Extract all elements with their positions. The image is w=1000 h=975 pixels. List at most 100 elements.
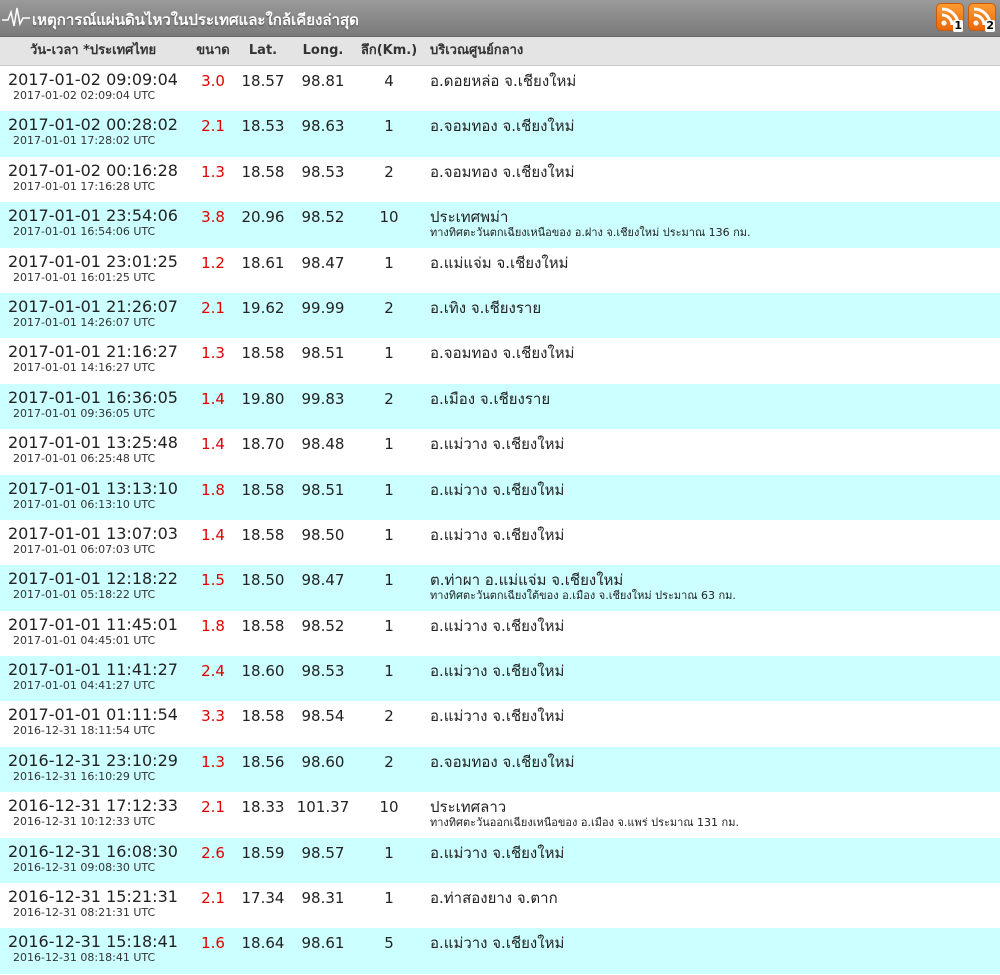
depth-value: 1 (384, 344, 394, 363)
lat-value: 18.64 (241, 934, 285, 953)
cell-long: 98.52 (288, 611, 358, 656)
cell-datetime: 2017-01-02 00:28:02 2017-01-01 17:28:02 U… (0, 111, 188, 156)
utc-time: 2016-12-31 16:10:29 UTC (13, 769, 156, 783)
lat-value: 18.58 (241, 525, 285, 544)
utc-time: 2017-01-01 05:18:22 UTC (13, 588, 156, 602)
long-value: 98.52 (301, 616, 345, 635)
magnitude-value: 1.3 (201, 344, 225, 363)
depth-value: 1 (384, 525, 394, 544)
seismograph-icon (2, 7, 30, 27)
cell-lat: 18.58 (238, 611, 288, 656)
location-name: อ.แม่วาง จ.เชียงใหม่ (430, 843, 565, 862)
cell-magnitude: 1.4 (188, 384, 238, 429)
magnitude-value: 3.0 (201, 72, 225, 90)
long-value: 98.53 (301, 662, 345, 681)
cell-location: อ.ดอยหล่อ จ.เชียงใหม่ (420, 66, 1000, 111)
cell-lat: 18.60 (238, 656, 288, 701)
cell-datetime: 2017-01-01 21:16:27 2017-01-01 14:16:27 U… (0, 338, 188, 383)
cell-depth: 2 (358, 157, 420, 202)
depth-value: 2 (384, 707, 394, 726)
rss-feed-2-button[interactable]: 2 (968, 3, 996, 32)
local-time: 2017-01-01 01:11:54 (8, 705, 178, 725)
cell-magnitude: 1.3 (188, 157, 238, 202)
cell-lat: 19.80 (238, 384, 288, 429)
magnitude-value: 2.1 (201, 117, 225, 136)
table-row: 2017-01-01 23:54:06 2017-01-01 16:54:06 U… (0, 202, 1000, 248)
cell-datetime: 2017-01-01 21:26:07 2017-01-01 14:26:07 U… (0, 293, 188, 338)
cell-datetime: 2016-12-31 15:21:31 2016-12-31 08:21:31 U… (0, 883, 188, 928)
long-value: 101.37 (296, 798, 350, 817)
local-time: 2017-01-01 13:25:48 (8, 433, 178, 453)
cell-magnitude: 2.1 (188, 111, 238, 156)
utc-time: 2017-01-01 06:13:10 UTC (13, 497, 156, 511)
header-location: บริเวณศูนย์กลาง (430, 43, 524, 58)
long-value: 98.31 (301, 889, 345, 908)
cell-lat: 18.33 (238, 792, 288, 837)
header-long: Long. (302, 43, 344, 58)
lat-value: 18.61 (241, 253, 285, 272)
magnitude-value: 1.8 (201, 616, 225, 635)
lat-value: 18.58 (241, 707, 285, 726)
magnitude-value: 1.3 (201, 162, 225, 181)
location-name: อ.จอมทอง จ.เชียงใหม่ (430, 752, 575, 771)
earthquake-table-body: 2017-01-02 09:09:04 2017-01-02 02:09:04 U… (0, 66, 1000, 974)
magnitude-value: 1.4 (201, 525, 225, 544)
depth-value: 1 (384, 616, 394, 635)
depth-value: 10 (379, 798, 399, 817)
cell-lat: 18.64 (238, 928, 288, 973)
cell-datetime: 2017-01-01 11:45:01 2017-01-01 04:45:01 U… (0, 611, 188, 656)
magnitude-value: 3.3 (201, 707, 225, 726)
local-time: 2017-01-01 12:18:22 (8, 569, 178, 589)
cell-datetime: 2017-01-01 23:01:25 2017-01-01 16:01:25 U… (0, 248, 188, 293)
lat-value: 20.96 (241, 208, 285, 227)
cell-datetime: 2016-12-31 15:18:41 2016-12-31 08:18:41 U… (0, 928, 188, 973)
magnitude-value: 2.1 (201, 298, 225, 317)
table-row: 2017-01-01 01:11:54 2016-12-31 18:11:54 U… (0, 701, 1000, 747)
table-row: 2017-01-01 11:41:27 2017-01-01 04:41:27 U… (0, 656, 1000, 702)
local-time: 2017-01-01 23:01:25 (8, 251, 178, 271)
cell-long: 98.60 (288, 747, 358, 792)
utc-time: 2016-12-31 08:18:41 UTC (13, 951, 156, 965)
lat-value: 18.58 (241, 344, 285, 363)
cell-lat: 18.59 (238, 838, 288, 883)
table-row: 2016-12-31 16:08:30 2016-12-31 09:08:30 U… (0, 837, 1000, 884)
cell-location: ประเทศพม่า ทางทิศตะวันตกเฉียงเหนือของ อ.ฝ… (420, 202, 1000, 247)
lat-value: 18.56 (241, 752, 285, 771)
lat-value: 17.34 (241, 889, 285, 908)
utc-time: 2017-01-01 06:25:48 UTC (13, 452, 156, 466)
title-bar: เหตุการณ์แผ่นดินไหวในประเทศและใกล้เคียงล… (0, 0, 1000, 37)
local-time: 2017-01-02 00:28:02 (8, 115, 178, 135)
table-row: 2016-12-31 15:21:31 2016-12-31 08:21:31 U… (0, 883, 1000, 929)
cell-lat: 18.58 (238, 520, 288, 565)
cell-location: อ.เมือง จ.เชียงราย (420, 384, 1000, 429)
rss-feed-1-button[interactable]: 1 (936, 3, 964, 32)
table-row: 2017-01-01 16:36:05 2017-01-01 09:36:05 U… (0, 383, 1000, 430)
magnitude-value: 1.2 (201, 253, 225, 272)
table-row: 2016-12-31 23:10:29 2016-12-31 16:10:29 U… (0, 746, 1000, 793)
utc-time: 2017-01-02 02:09:04 UTC (13, 89, 156, 102)
location-name: อ.แม่วาง จ.เชียงใหม่ (430, 480, 565, 499)
depth-value: 2 (384, 162, 394, 181)
cell-location: อ.แม่วาง จ.เชียงใหม่ (420, 656, 1000, 701)
cell-lat: 20.96 (238, 202, 288, 247)
magnitude-value: 1.5 (201, 571, 225, 590)
cell-depth: 1 (358, 611, 420, 656)
cell-magnitude: 3.8 (188, 202, 238, 247)
cell-magnitude: 1.6 (188, 928, 238, 973)
depth-value: 5 (384, 934, 394, 953)
depth-value: 1 (384, 843, 394, 862)
depth-value: 1 (384, 480, 394, 499)
cell-location: อ.แม่แจ่ม จ.เชียงใหม่ (420, 248, 1000, 293)
location-detail: ทางทิศตะวันตกเฉียงเหนือของ อ.ฝาง จ.เชียง… (430, 226, 751, 240)
cell-long: 98.53 (288, 157, 358, 202)
utc-time: 2016-12-31 10:12:33 UTC (13, 815, 156, 829)
cell-location: อ.จอมทอง จ.เชียงใหม่ (420, 157, 1000, 202)
table-row: 2017-01-01 23:01:25 2017-01-01 16:01:25 U… (0, 247, 1000, 293)
cell-magnitude: 1.3 (188, 338, 238, 383)
cell-long: 98.61 (288, 928, 358, 973)
table-row: 2017-01-01 13:13:10 2017-01-01 06:13:10 U… (0, 474, 1000, 520)
long-value: 98.50 (301, 525, 345, 544)
location-name: อ.เมือง จ.เชียงราย (430, 389, 551, 408)
cell-location: อ.แม่วาง จ.เชียงใหม่ (420, 701, 1000, 746)
cell-datetime: 2016-12-31 16:08:30 2016-12-31 09:08:30 U… (0, 838, 188, 883)
